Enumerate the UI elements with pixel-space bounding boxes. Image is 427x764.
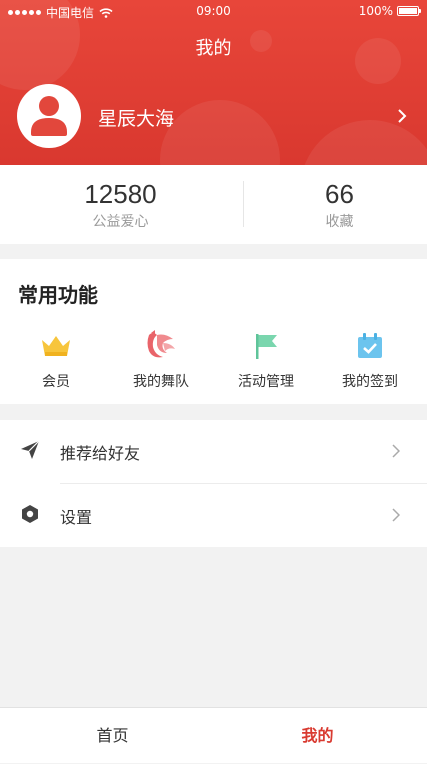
battery-percent: 100%	[358, 4, 393, 18]
func-member[interactable]: 会员	[3, 329, 109, 391]
user-icon	[31, 96, 67, 136]
chevron-right-icon	[392, 508, 400, 522]
chevron-right-icon[interactable]	[397, 108, 407, 124]
stat-value: 12580	[84, 179, 157, 209]
stat-value: 66	[325, 179, 354, 209]
tab-home[interactable]: 首页	[6, 708, 219, 764]
stat-label: 公益爱心	[92, 214, 149, 230]
crown-icon	[42, 336, 70, 356]
stat-charity[interactable]: 12580 公益爱心	[14, 165, 227, 244]
func-label: 活动管理	[238, 374, 294, 390]
menu-item-settings[interactable]: 设置	[0, 484, 427, 547]
func-activity-manage[interactable]: 活动管理	[213, 329, 319, 391]
func-my-checkin[interactable]: 我的签到	[317, 329, 423, 391]
phoenix-icon	[147, 330, 175, 358]
avatar[interactable]	[17, 84, 81, 148]
page-title: 我的	[195, 38, 232, 59]
stats-bar: 12580 公益爱心 66 收藏	[0, 165, 427, 244]
stat-label: 收藏	[325, 214, 354, 230]
stat-favorites[interactable]: 66 收藏	[233, 165, 427, 244]
flag-icon	[256, 334, 277, 359]
send-icon	[21, 440, 40, 459]
bottom-tab-bar: 首页 我的	[0, 707, 427, 763]
func-label: 我的舞队	[133, 374, 189, 390]
username[interactable]: 星辰大海	[98, 104, 174, 131]
section-title: 常用功能	[18, 283, 98, 307]
tab-mine[interactable]: 我的	[211, 708, 424, 764]
common-functions-section: 常用功能 会员 我的舞队 活动管理 我的签到	[0, 259, 427, 404]
menu-label: 推荐给好友	[60, 444, 141, 463]
chevron-right-icon	[392, 444, 400, 458]
status-bar: 中国电信 09:00 100%	[0, 0, 427, 22]
func-dance-team[interactable]: 我的舞队	[108, 329, 214, 391]
func-label: 我的签到	[342, 374, 398, 390]
func-label: 会员	[42, 374, 70, 390]
calendar-check-icon	[358, 333, 382, 358]
profile-header: 中国电信 09:00 100% 我的 星辰大海	[0, 0, 427, 165]
decor-bubble	[160, 100, 280, 165]
menu-label: 设置	[60, 508, 93, 527]
battery-icon	[397, 6, 421, 16]
settings-menu: 推荐给好友 设置	[0, 420, 427, 547]
menu-item-recommend[interactable]: 推荐给好友	[0, 420, 427, 484]
decor-bubble	[300, 120, 427, 165]
gear-icon	[22, 505, 38, 523]
